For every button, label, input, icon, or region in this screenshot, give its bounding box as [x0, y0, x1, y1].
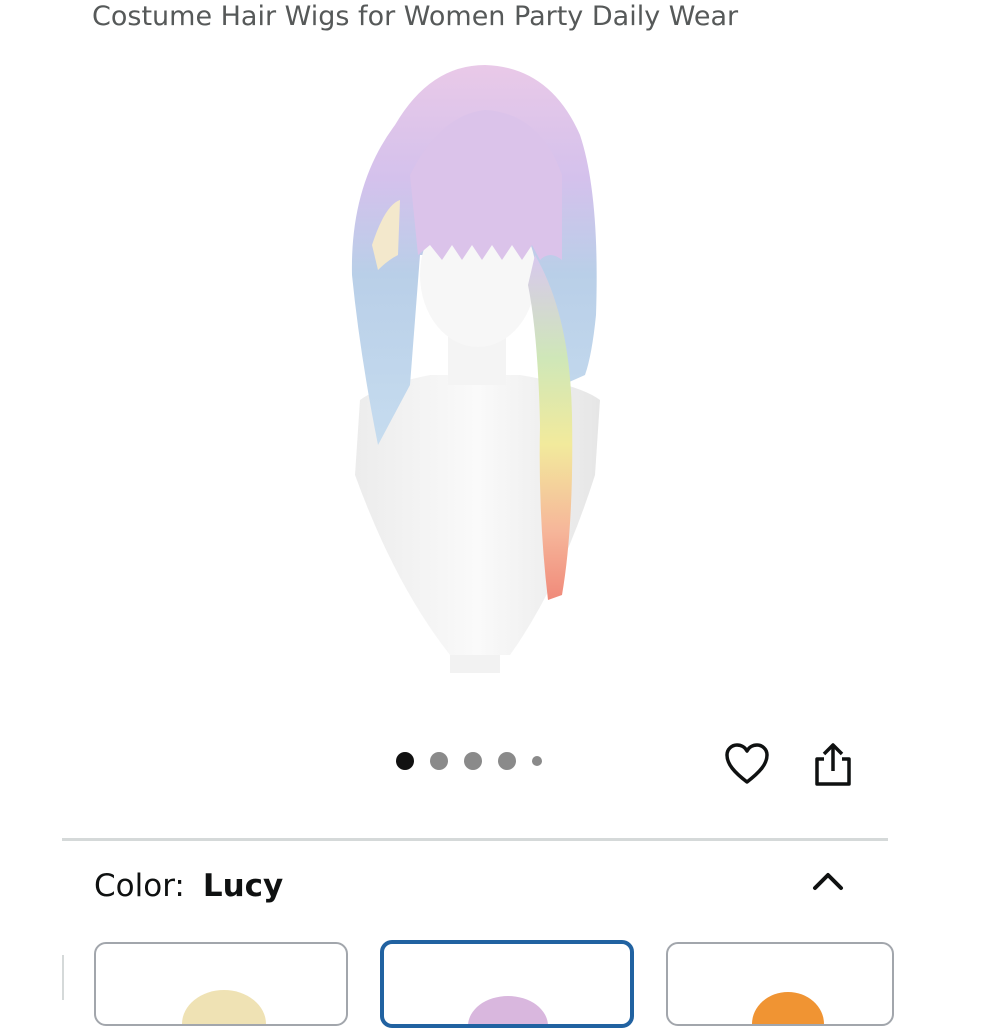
color-swatch[interactable] — [666, 942, 894, 1026]
pagination-dot[interactable] — [464, 752, 482, 770]
color-swatch-selected[interactable] — [380, 940, 634, 1028]
color-selector: Color: Lucy — [94, 868, 283, 904]
image-pagination — [396, 752, 542, 770]
section-divider — [62, 838, 888, 841]
pagination-dot[interactable] — [498, 752, 516, 770]
panel-edge — [62, 955, 64, 1000]
product-title: Costume Hair Wigs for Women Party Daily … — [92, 1, 739, 32]
chevron-up-icon[interactable] — [810, 866, 846, 894]
heart-icon[interactable] — [724, 742, 770, 786]
color-swatch[interactable] — [94, 942, 348, 1026]
selected-color-value: Lucy — [202, 868, 284, 904]
pagination-dot[interactable] — [532, 756, 542, 766]
color-label: Color: — [94, 868, 185, 904]
product-image[interactable] — [300, 55, 650, 680]
share-icon[interactable] — [812, 741, 854, 787]
pagination-dot[interactable] — [396, 752, 414, 770]
pagination-dot[interactable] — [430, 752, 448, 770]
